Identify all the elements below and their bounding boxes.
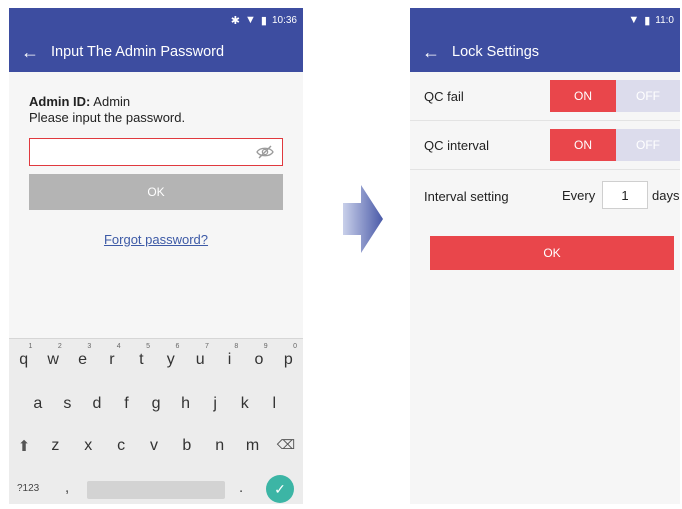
key-n[interactable]: n <box>203 437 236 455</box>
toggle-off-option[interactable]: OFF <box>616 80 680 112</box>
keyboard-row-2: asdfghjkl <box>9 395 303 413</box>
back-arrow-icon[interactable]: ← <box>21 43 39 61</box>
setting-row-qc-fail: QC fail ON OFF <box>410 72 680 121</box>
battery-icon: ▮ <box>260 14 267 27</box>
key-m[interactable]: m <box>236 437 269 455</box>
key-x[interactable]: x <box>72 437 105 455</box>
ok-button[interactable]: OK <box>29 174 283 210</box>
key-hint: 2 <box>57 343 62 350</box>
key-w[interactable]: w2 <box>38 343 67 369</box>
interval-days-input[interactable]: 1 <box>602 181 648 209</box>
key-a[interactable]: a <box>23 395 53 413</box>
key-hint: 6 <box>175 343 180 350</box>
status-bar: ✱ ▼ ▮ 10:36 <box>9 8 303 32</box>
status-bar: ▼ ▮ 11:0 <box>410 8 680 32</box>
interval-setting-row: Interval setting Every 1 days <box>410 170 680 222</box>
page-title: Input The Admin Password <box>51 44 225 60</box>
password-input[interactable] <box>29 138 283 166</box>
done-check-icon[interactable]: ✓ <box>266 475 294 503</box>
admin-password-screen: ✱ ▼ ▮ 10:36 ← Input The Admin Password A… <box>9 8 303 504</box>
setting-label: QC interval <box>424 137 490 153</box>
toggle-on-option[interactable]: ON <box>550 80 616 112</box>
wifi-icon: ▼ <box>245 14 256 26</box>
lock-settings-screen: ▼ ▮ 11:0 ← Lock Settings QC fail ON OFF … <box>410 8 680 504</box>
key-k[interactable]: k <box>230 395 260 413</box>
key-hint: 5 <box>146 343 151 350</box>
battery-icon: ▮ <box>644 14 651 27</box>
status-time: 11:0 <box>655 14 674 26</box>
toggle-on-option[interactable]: ON <box>550 129 616 161</box>
forgot-password-link[interactable]: Forgot password? <box>29 232 283 247</box>
page-title: Lock Settings <box>452 44 540 60</box>
admin-id-value: Admin <box>93 94 131 109</box>
key-f[interactable]: f <box>112 395 142 413</box>
key-h[interactable]: h <box>171 395 201 413</box>
qc-interval-toggle[interactable]: ON OFF <box>550 129 680 161</box>
key-hint: 3 <box>87 343 92 350</box>
interval-suffix: days <box>652 188 680 203</box>
ok-button[interactable]: OK <box>430 236 674 270</box>
key-d[interactable]: d <box>82 395 112 413</box>
symbols-key[interactable]: ?123 <box>17 483 39 494</box>
key-hint: 1 <box>28 343 33 350</box>
bluetooth-icon: ✱ <box>230 14 241 27</box>
key-hint: 4 <box>116 343 121 350</box>
shift-key-icon[interactable]: ⬆ <box>9 437 39 455</box>
key-o[interactable]: o9 <box>244 343 273 369</box>
key-hint: 7 <box>204 343 209 350</box>
key-q[interactable]: q1 <box>9 343 38 369</box>
period-key[interactable]: . <box>239 479 243 496</box>
interval-label: Interval setting <box>424 188 509 204</box>
interval-prefix: Every <box>562 188 596 203</box>
key-g[interactable]: g <box>141 395 171 413</box>
key-t[interactable]: t5 <box>127 343 156 369</box>
key-c[interactable]: c <box>105 437 138 455</box>
space-key[interactable] <box>87 481 225 499</box>
soft-keyboard: q1w2e3r4t5y6u7i8o9p0 asdfghjkl ⬆ zxcvbnm… <box>9 338 303 504</box>
keyboard-row-3: ⬆ zxcvbnm ⌫ <box>9 437 303 455</box>
transition-arrow-icon <box>343 185 383 253</box>
setting-label: QC fail <box>424 88 464 104</box>
key-b[interactable]: b <box>170 437 203 455</box>
key-s[interactable]: s <box>53 395 83 413</box>
key-hint: 9 <box>263 343 268 350</box>
key-hint: 8 <box>234 343 239 350</box>
admin-id-line: Admin ID: Admin <box>29 94 283 110</box>
key-y[interactable]: y6 <box>156 343 185 369</box>
key-l[interactable]: l <box>260 395 290 413</box>
setting-row-qc-interval: QC interval ON OFF <box>410 121 680 170</box>
password-form: Admin ID: Admin Please input the passwor… <box>9 72 303 247</box>
comma-key[interactable]: , <box>65 479 69 496</box>
key-z[interactable]: z <box>39 437 72 455</box>
toggle-off-option[interactable]: OFF <box>616 129 680 161</box>
admin-id-label: Admin ID: <box>29 94 91 109</box>
status-time: 10:36 <box>271 14 297 26</box>
key-v[interactable]: v <box>138 437 171 455</box>
key-e[interactable]: e3 <box>68 343 97 369</box>
wifi-icon: ▼ <box>628 14 640 26</box>
hide-password-icon[interactable] <box>256 144 274 160</box>
key-hint: 0 <box>293 343 298 350</box>
backspace-key-icon[interactable]: ⌫ <box>269 437 303 455</box>
keyboard-row-1: q1w2e3r4t5y6u7i8o9p0 <box>9 343 303 369</box>
key-r[interactable]: r4 <box>97 343 126 369</box>
key-j[interactable]: j <box>200 395 230 413</box>
key-p[interactable]: p0 <box>274 343 303 369</box>
app-bar: ← Lock Settings <box>410 32 680 72</box>
password-prompt: Please input the password. <box>29 110 186 125</box>
back-arrow-icon[interactable]: ← <box>422 43 440 61</box>
key-i[interactable]: i8 <box>215 343 244 369</box>
app-bar: ← Input The Admin Password <box>9 32 303 72</box>
qc-fail-toggle[interactable]: ON OFF <box>550 80 680 112</box>
key-u[interactable]: u7 <box>185 343 214 369</box>
